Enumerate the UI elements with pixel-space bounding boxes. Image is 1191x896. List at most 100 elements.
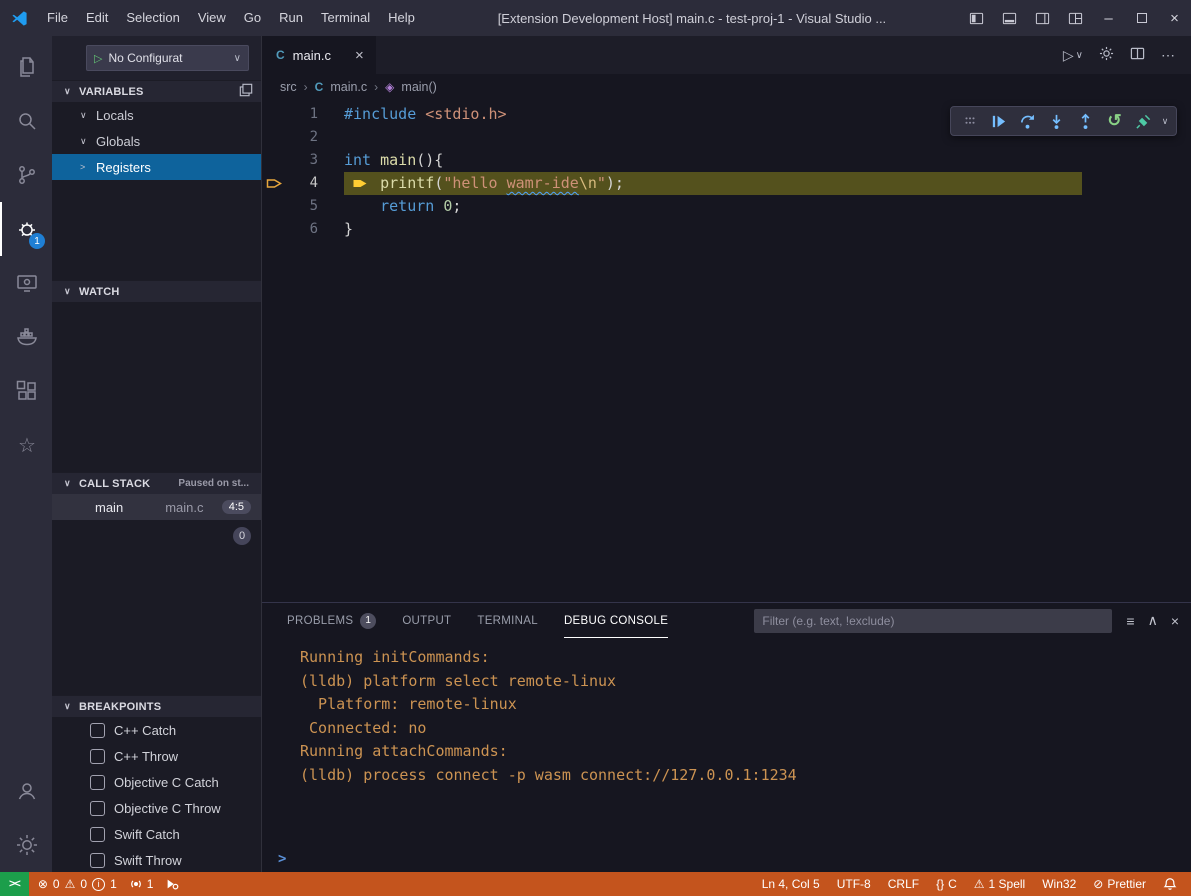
- variables-section-header[interactable]: ∨ VARIABLES: [52, 80, 261, 102]
- breadcrumb-file[interactable]: main.c: [330, 80, 367, 94]
- restore-button[interactable]: [1125, 0, 1158, 36]
- minimize-button[interactable]: –: [1092, 0, 1125, 36]
- platform-indicator[interactable]: Win32: [1042, 877, 1076, 891]
- toolbar-drag-handle[interactable]: [956, 108, 983, 134]
- chevron-down-icon[interactable]: ∨: [1159, 116, 1171, 127]
- breakpoint-objc-throw[interactable]: Objective C Throw: [52, 795, 261, 821]
- menu-go[interactable]: Go: [235, 0, 270, 36]
- activity-search-icon[interactable]: [0, 94, 52, 148]
- step-over-icon[interactable]: [1014, 108, 1041, 134]
- breakpoint-objc-catch[interactable]: Objective C Catch: [52, 769, 261, 795]
- continue-icon[interactable]: [985, 108, 1012, 134]
- activity-run-debug-icon[interactable]: 1: [0, 202, 52, 256]
- cursor-position[interactable]: Ln 4, Col 5: [762, 877, 820, 891]
- remote-indicator[interactable]: ><: [0, 872, 29, 896]
- variables-scope-locals[interactable]: ∨ Locals: [52, 102, 261, 128]
- code-token: \n: [579, 174, 597, 192]
- breakpoint-gutter[interactable]: [262, 218, 284, 241]
- debug-configuration-dropdown[interactable]: ▷ No Configurat ∨: [86, 45, 249, 71]
- language-mode[interactable]: {} C: [936, 877, 957, 891]
- customize-layout-icon[interactable]: [1059, 0, 1092, 36]
- encoding-indicator[interactable]: UTF-8: [837, 877, 871, 891]
- breakpoint-gutter[interactable]: [262, 195, 284, 218]
- run-file-button[interactable]: ▷ ∨: [1063, 47, 1083, 64]
- problems-summary[interactable]: ⊗ 0 ⚠ 0 i 1: [38, 877, 117, 891]
- notifications-bell-icon[interactable]: [1163, 877, 1177, 891]
- call-stack-section-header[interactable]: ∨ CALL STACK Paused on st...: [52, 472, 261, 494]
- activity-source-control-icon[interactable]: [0, 148, 52, 202]
- breakpoint-checkbox[interactable]: [90, 723, 105, 738]
- breakpoint-gutter[interactable]: [262, 149, 284, 172]
- spell-checker-status[interactable]: ⚠ 1 Spell: [974, 877, 1025, 891]
- step-out-icon[interactable]: [1072, 108, 1099, 134]
- activity-remote-explorer-icon[interactable]: [0, 256, 52, 310]
- activity-docker-icon[interactable]: [0, 310, 52, 364]
- menu-edit[interactable]: Edit: [77, 0, 117, 36]
- restart-icon[interactable]: ↺: [1101, 108, 1128, 134]
- variables-scope-registers[interactable]: > Registers: [52, 154, 261, 180]
- menu-terminal[interactable]: Terminal: [312, 0, 379, 36]
- breakpoint-gutter[interactable]: [262, 103, 284, 126]
- toggle-sidebar-icon[interactable]: [960, 0, 993, 36]
- menu-view[interactable]: View: [189, 0, 235, 36]
- collapse-all-icon[interactable]: [239, 83, 253, 100]
- line-number: 1: [284, 103, 318, 126]
- eol-indicator[interactable]: CRLF: [888, 877, 919, 891]
- editor-settings-gear-icon[interactable]: [1099, 46, 1114, 64]
- toggle-panel-icon[interactable]: [993, 0, 1026, 36]
- formatter-status[interactable]: ⊘ Prettier: [1093, 877, 1146, 891]
- step-into-icon[interactable]: [1043, 108, 1070, 134]
- breakpoint-checkbox[interactable]: [90, 775, 105, 790]
- output-settings-icon[interactable]: ≡: [1126, 613, 1134, 629]
- activity-accounts-icon[interactable]: [0, 764, 52, 818]
- debug-status-icon[interactable]: [165, 877, 179, 891]
- menu-selection[interactable]: Selection: [117, 0, 188, 36]
- current-frame-arrow-icon[interactable]: [262, 172, 284, 195]
- tab-problems[interactable]: PROBLEMS 1: [287, 603, 376, 638]
- breadcrumb-symbol[interactable]: main(): [401, 80, 436, 94]
- console-line: (lldb) platform select remote-linux: [300, 670, 1191, 694]
- code-token: }: [344, 220, 353, 238]
- debug-console-input-row[interactable]: >: [262, 846, 1191, 872]
- tab-debug-console[interactable]: DEBUG CONSOLE: [564, 603, 668, 638]
- code-editor[interactable]: ↺ ∨ 1 #include <stdio.h> 2: [262, 100, 1191, 602]
- breakpoint-checkbox[interactable]: [90, 801, 105, 816]
- breakpoint-label: Objective C Catch: [114, 775, 219, 790]
- more-actions-icon[interactable]: ⋯: [1161, 47, 1175, 64]
- variables-section-title: VARIABLES: [79, 86, 234, 98]
- menu-run[interactable]: Run: [270, 0, 312, 36]
- stack-frame-row[interactable]: main main.c 4:5: [52, 494, 261, 520]
- activity-settings-gear-icon[interactable]: [0, 818, 52, 872]
- activity-favorites-icon[interactable]: ☆: [0, 418, 52, 472]
- breakpoint-checkbox[interactable]: [90, 749, 105, 764]
- close-panel-icon[interactable]: ×: [1171, 613, 1179, 629]
- breakpoint-checkbox[interactable]: [90, 827, 105, 842]
- breakpoint-cpp-throw[interactable]: C++ Throw: [52, 743, 261, 769]
- collapse-panel-icon[interactable]: ∧: [1148, 612, 1158, 629]
- tab-terminal[interactable]: TERMINAL: [477, 603, 538, 638]
- watch-section-header[interactable]: ∨ WATCH: [52, 280, 261, 302]
- menu-help[interactable]: Help: [379, 0, 424, 36]
- toggle-secondary-sidebar-icon[interactable]: [1026, 0, 1059, 36]
- activity-extensions-icon[interactable]: [0, 364, 52, 418]
- menu-file[interactable]: File: [38, 0, 77, 36]
- disconnect-icon[interactable]: [1130, 108, 1157, 134]
- close-button[interactable]: ×: [1158, 0, 1191, 36]
- tab-main-c[interactable]: C main.c ×: [262, 36, 376, 74]
- breakpoint-swift-throw[interactable]: Swift Throw: [52, 847, 261, 872]
- breakpoints-section-header[interactable]: ∨ BREAKPOINTS: [52, 695, 261, 717]
- activity-bar: 1 ☆: [0, 36, 52, 872]
- ports-indicator[interactable]: 1: [129, 877, 154, 891]
- tab-close-icon[interactable]: ×: [355, 47, 364, 64]
- start-debug-icon[interactable]: ▷: [94, 52, 102, 65]
- breakpoint-cpp-catch[interactable]: C++ Catch: [52, 717, 261, 743]
- breadcrumb-folder[interactable]: src: [280, 80, 297, 94]
- split-editor-icon[interactable]: [1130, 46, 1145, 64]
- breakpoint-checkbox[interactable]: [90, 853, 105, 868]
- tab-output[interactable]: OUTPUT: [402, 603, 451, 638]
- breakpoint-swift-catch[interactable]: Swift Catch: [52, 821, 261, 847]
- activity-explorer-icon[interactable]: [0, 40, 52, 94]
- breakpoint-gutter[interactable]: [262, 126, 284, 149]
- console-filter-input[interactable]: [762, 614, 1104, 628]
- variables-scope-globals[interactable]: ∨ Globals: [52, 128, 261, 154]
